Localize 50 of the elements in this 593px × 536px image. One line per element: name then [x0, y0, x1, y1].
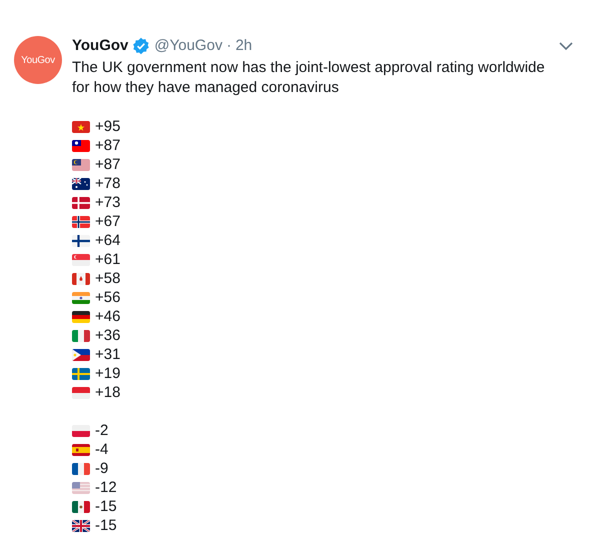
rating-value: +67	[95, 212, 120, 231]
avatar-logo: YouGov	[21, 54, 55, 68]
rating-value: +87	[95, 136, 120, 155]
rating-value: +18	[95, 383, 120, 402]
rating-value: -12	[95, 478, 117, 497]
chevron-down-icon[interactable]	[559, 42, 573, 50]
rating-value: -15	[95, 516, 117, 535]
flag-icon	[72, 330, 90, 342]
flag-icon	[72, 444, 90, 456]
flag-icon	[72, 216, 90, 228]
flag-icon	[72, 386, 90, 398]
rating-value: +64	[95, 231, 120, 250]
tweet-text: The UK government now has the joint-lowest approval rating worldwide for how they have managed coronavirus	[72, 58, 546, 98]
rating-value: -9	[95, 459, 108, 478]
tweet-time[interactable]: 2h	[235, 36, 252, 56]
avatar[interactable]: YouGov	[14, 36, 62, 84]
flag-icon	[72, 196, 90, 208]
rating-value: +56	[95, 288, 120, 307]
rating-value: +31	[95, 345, 120, 364]
flag-icon	[72, 424, 90, 436]
account-name[interactable]: YouGov	[72, 36, 128, 56]
rating-value: +78	[95, 174, 120, 193]
flag-icon	[72, 158, 90, 170]
rating-value: -4	[95, 440, 108, 459]
rating-value: +73	[95, 193, 120, 212]
flag-icon	[72, 272, 90, 284]
rating-value: +46	[95, 307, 120, 326]
flag-icon	[72, 254, 90, 266]
account-handle[interactable]: @YouGov	[154, 36, 222, 56]
flag-icon	[72, 310, 90, 322]
separator-dot: ·	[226, 36, 232, 56]
flag-icon	[72, 234, 90, 246]
flag-icon	[72, 140, 90, 152]
rating-value: +36	[95, 326, 120, 345]
flag-icon	[72, 482, 90, 494]
flag-icon	[72, 292, 90, 304]
rating-value: +58	[95, 269, 120, 288]
rating-value: +19	[95, 364, 120, 383]
flag-icon	[72, 348, 90, 360]
flag-icon	[72, 500, 90, 512]
flag-icon	[72, 520, 90, 532]
flag-icon	[72, 368, 90, 380]
rating-value: +95	[95, 117, 120, 136]
rating-value: +61	[95, 250, 120, 269]
flag-icon	[72, 178, 90, 190]
flag-icon	[72, 462, 90, 474]
flag-icon	[72, 120, 90, 132]
rating-value: -2	[95, 421, 108, 440]
rating-value: -15	[95, 497, 117, 516]
rating-value: +87	[95, 155, 120, 174]
